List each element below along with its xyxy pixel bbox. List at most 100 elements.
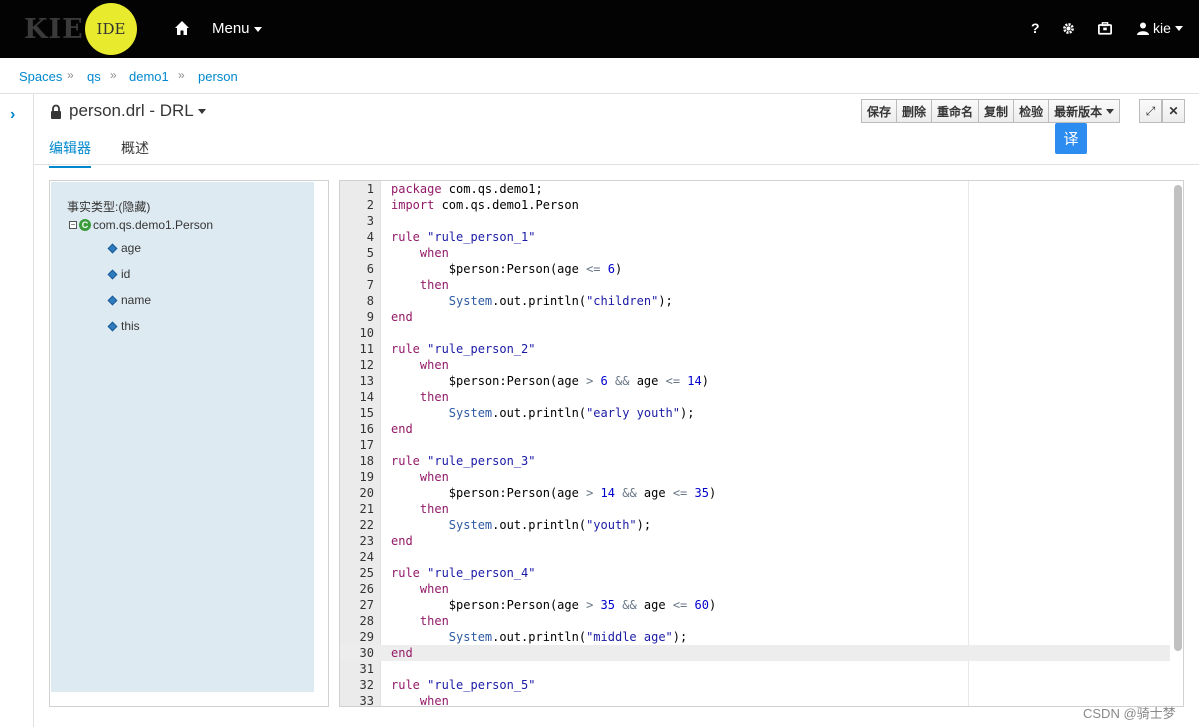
- code-line[interactable]: 17: [340, 437, 1170, 453]
- collapse-icon[interactable]: −: [69, 221, 77, 229]
- menu-dropdown[interactable]: Menu: [212, 20, 262, 37]
- save-button[interactable]: 保存: [861, 99, 898, 123]
- line-number: 17: [359, 438, 374, 452]
- gear-icon[interactable]: [1062, 22, 1075, 35]
- kie-logo: KIE: [24, 14, 84, 45]
- help-button[interactable]: ?: [1031, 20, 1040, 36]
- line-number: 10: [359, 326, 374, 340]
- code-line[interactable]: 23 end: [340, 533, 1170, 549]
- line-number: 4: [366, 230, 374, 244]
- breadcrumb-person[interactable]: person: [198, 69, 238, 84]
- code-line[interactable]: 11 rule "rule_person_2": [340, 341, 1170, 357]
- latest-version-dropdown[interactable]: 最新版本: [1048, 99, 1121, 123]
- code-line[interactable]: 14 then: [340, 389, 1170, 405]
- fact-field-id[interactable]: id: [107, 267, 130, 281]
- line-number: 26: [359, 582, 374, 596]
- code-line[interactable]: 24: [340, 549, 1170, 565]
- code-line[interactable]: 16 end: [340, 421, 1170, 437]
- code-line[interactable]: 18 rule "rule_person_3": [340, 453, 1170, 469]
- field-label: name: [121, 293, 152, 307]
- fact-type-node[interactable]: − C com.qs.demo1.Person: [69, 218, 213, 232]
- code-text: rule "rule_person_4": [391, 566, 536, 580]
- vertical-scrollbar[interactable]: [1174, 185, 1182, 651]
- breadcrumb-spaces[interactable]: Spaces: [19, 69, 62, 84]
- field-icon: [107, 243, 118, 253]
- code-text: System.out.println("children");: [448, 294, 673, 308]
- code-line[interactable]: 26 when: [340, 581, 1170, 597]
- code-text: then: [419, 614, 449, 628]
- code-line[interactable]: 32 rule "rule_person_5": [340, 677, 1170, 693]
- code-text: end: [391, 646, 413, 660]
- code-line[interactable]: 27 $person:Person(age > 35 && age <= 60): [340, 597, 1170, 613]
- code-line[interactable]: 30 end: [340, 645, 1170, 661]
- line-number: 2: [366, 198, 374, 212]
- validate-button[interactable]: 检验: [1013, 99, 1050, 123]
- code-line[interactable]: 21 then: [340, 501, 1170, 517]
- code-line[interactable]: 7 then: [340, 277, 1170, 293]
- code-line[interactable]: 3: [340, 213, 1170, 229]
- line-number: 11: [359, 342, 374, 356]
- code-line[interactable]: 33 when: [340, 693, 1170, 707]
- breadcrumb: Spaces » qs » demo1 » person: [0, 58, 1199, 94]
- tab-editor[interactable]: 编辑器: [49, 138, 91, 168]
- code-line[interactable]: 5 when: [340, 245, 1170, 261]
- line-number: 19: [359, 470, 374, 484]
- line-number: 8: [366, 294, 374, 308]
- code-line[interactable]: 22 System.out.println("youth");: [340, 517, 1170, 533]
- line-number: 21: [359, 502, 374, 516]
- fact-field-this[interactable]: this: [107, 319, 140, 333]
- code-line[interactable]: 4 rule "rule_person_1": [340, 229, 1170, 245]
- code-line[interactable]: 19 when: [340, 469, 1170, 485]
- copy-button[interactable]: 复制: [978, 99, 1015, 123]
- code-line[interactable]: 20 $person:Person(age > 14 && age <= 35): [340, 485, 1170, 501]
- briefcase-icon[interactable]: [1098, 22, 1112, 35]
- editor-title-dropdown[interactable]: person.drl - DRL: [69, 101, 206, 121]
- breadcrumb-demo1[interactable]: demo1: [129, 69, 169, 84]
- code-line[interactable]: 8 System.out.println("children");: [340, 293, 1170, 309]
- code-text: when: [419, 470, 449, 484]
- line-number: 33: [359, 694, 374, 707]
- editor-toolbar: 保存 删除 重命名 复制 检验 最新版本: [861, 99, 1121, 123]
- line-number: 5: [366, 246, 374, 260]
- rename-button[interactable]: 重命名: [931, 99, 980, 123]
- home-icon[interactable]: [174, 20, 190, 36]
- delete-button[interactable]: 删除: [896, 99, 933, 123]
- code-line[interactable]: 25 rule "rule_person_4": [340, 565, 1170, 581]
- code-line[interactable]: 9 end: [340, 309, 1170, 325]
- code-line[interactable]: 2 import com.qs.demo1.Person: [340, 197, 1170, 213]
- code-line[interactable]: 29 System.out.println("middle age");: [340, 629, 1170, 645]
- chevron-down-icon: [1106, 108, 1115, 114]
- code-editor[interactable]: 1 package com.qs.demo1; 2 import com.qs.dem…: [339, 180, 1184, 707]
- user-menu[interactable]: kie: [1137, 20, 1183, 36]
- code-line[interactable]: 13 $person:Person(age > 6 && age <= 14): [340, 373, 1170, 389]
- code-line[interactable]: 1 package com.qs.demo1;: [340, 181, 1170, 197]
- line-number: 14: [359, 390, 374, 404]
- code-text: when: [419, 694, 449, 707]
- code-line[interactable]: 6 $person:Person(age <= 6): [340, 261, 1170, 277]
- breadcrumb-separator: »: [110, 68, 117, 82]
- code-text: System.out.println("youth");: [448, 518, 652, 532]
- user-icon: [1137, 22, 1149, 35]
- line-number: 13: [359, 374, 374, 388]
- close-icon[interactable]: ✕: [1162, 99, 1185, 123]
- line-number: 16: [359, 422, 374, 436]
- code-text: then: [419, 390, 449, 404]
- fact-field-name[interactable]: name: [107, 293, 152, 307]
- code-line[interactable]: 12 when: [340, 357, 1170, 373]
- code-text: $person:Person(age <= 6): [391, 262, 623, 276]
- tab-overview[interactable]: 概述: [121, 138, 149, 158]
- code-text: rule "rule_person_1": [391, 230, 536, 244]
- code-line[interactable]: 31: [340, 661, 1170, 677]
- code-line[interactable]: 10: [340, 325, 1170, 341]
- line-number: 6: [366, 262, 374, 276]
- code-line[interactable]: 28 then: [340, 613, 1170, 629]
- top-navbar: KIE IDE Menu ? kie: [0, 0, 1199, 58]
- page-title: person.drl - DRL: [69, 101, 194, 120]
- expand-panel-icon[interactable]: ›: [10, 106, 15, 124]
- latest-version-label: 最新版本: [1054, 104, 1103, 119]
- class-icon: C: [79, 219, 91, 231]
- fact-field-age[interactable]: age: [107, 241, 141, 255]
- breadcrumb-qs[interactable]: qs: [87, 69, 101, 84]
- code-line[interactable]: 15 System.out.println("early youth");: [340, 405, 1170, 421]
- maximize-icon[interactable]: ⤢: [1139, 99, 1162, 123]
